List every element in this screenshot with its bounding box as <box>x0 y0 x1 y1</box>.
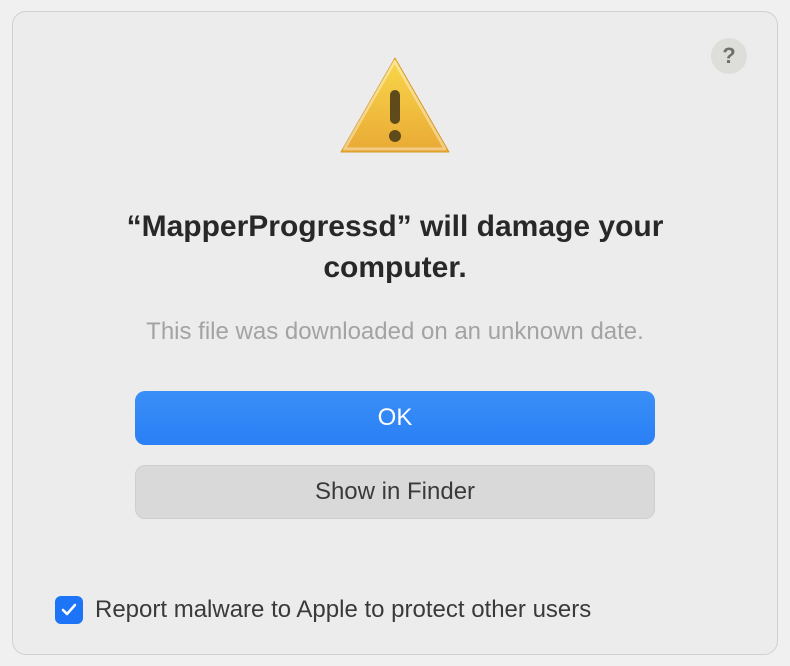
help-icon: ? <box>722 43 735 69</box>
dialog-subtext: This file was downloaded on an unknown d… <box>146 318 644 346</box>
report-malware-checkbox[interactable] <box>55 596 83 624</box>
report-checkbox-label: Report malware to Apple to protect other… <box>95 596 591 624</box>
alert-dialog: ? “MapperProgressd” will damage your com… <box>12 11 778 655</box>
show-in-finder-button[interactable]: Show in Finder <box>135 465 655 519</box>
dialog-heading: “MapperProgressd” will damage your compu… <box>115 207 675 288</box>
report-checkbox-row: Report malware to Apple to protect other… <box>55 596 591 624</box>
warning-icon <box>335 52 455 167</box>
help-button[interactable]: ? <box>711 38 747 74</box>
checkmark-icon <box>60 601 78 619</box>
ok-button[interactable]: OK <box>135 391 655 445</box>
